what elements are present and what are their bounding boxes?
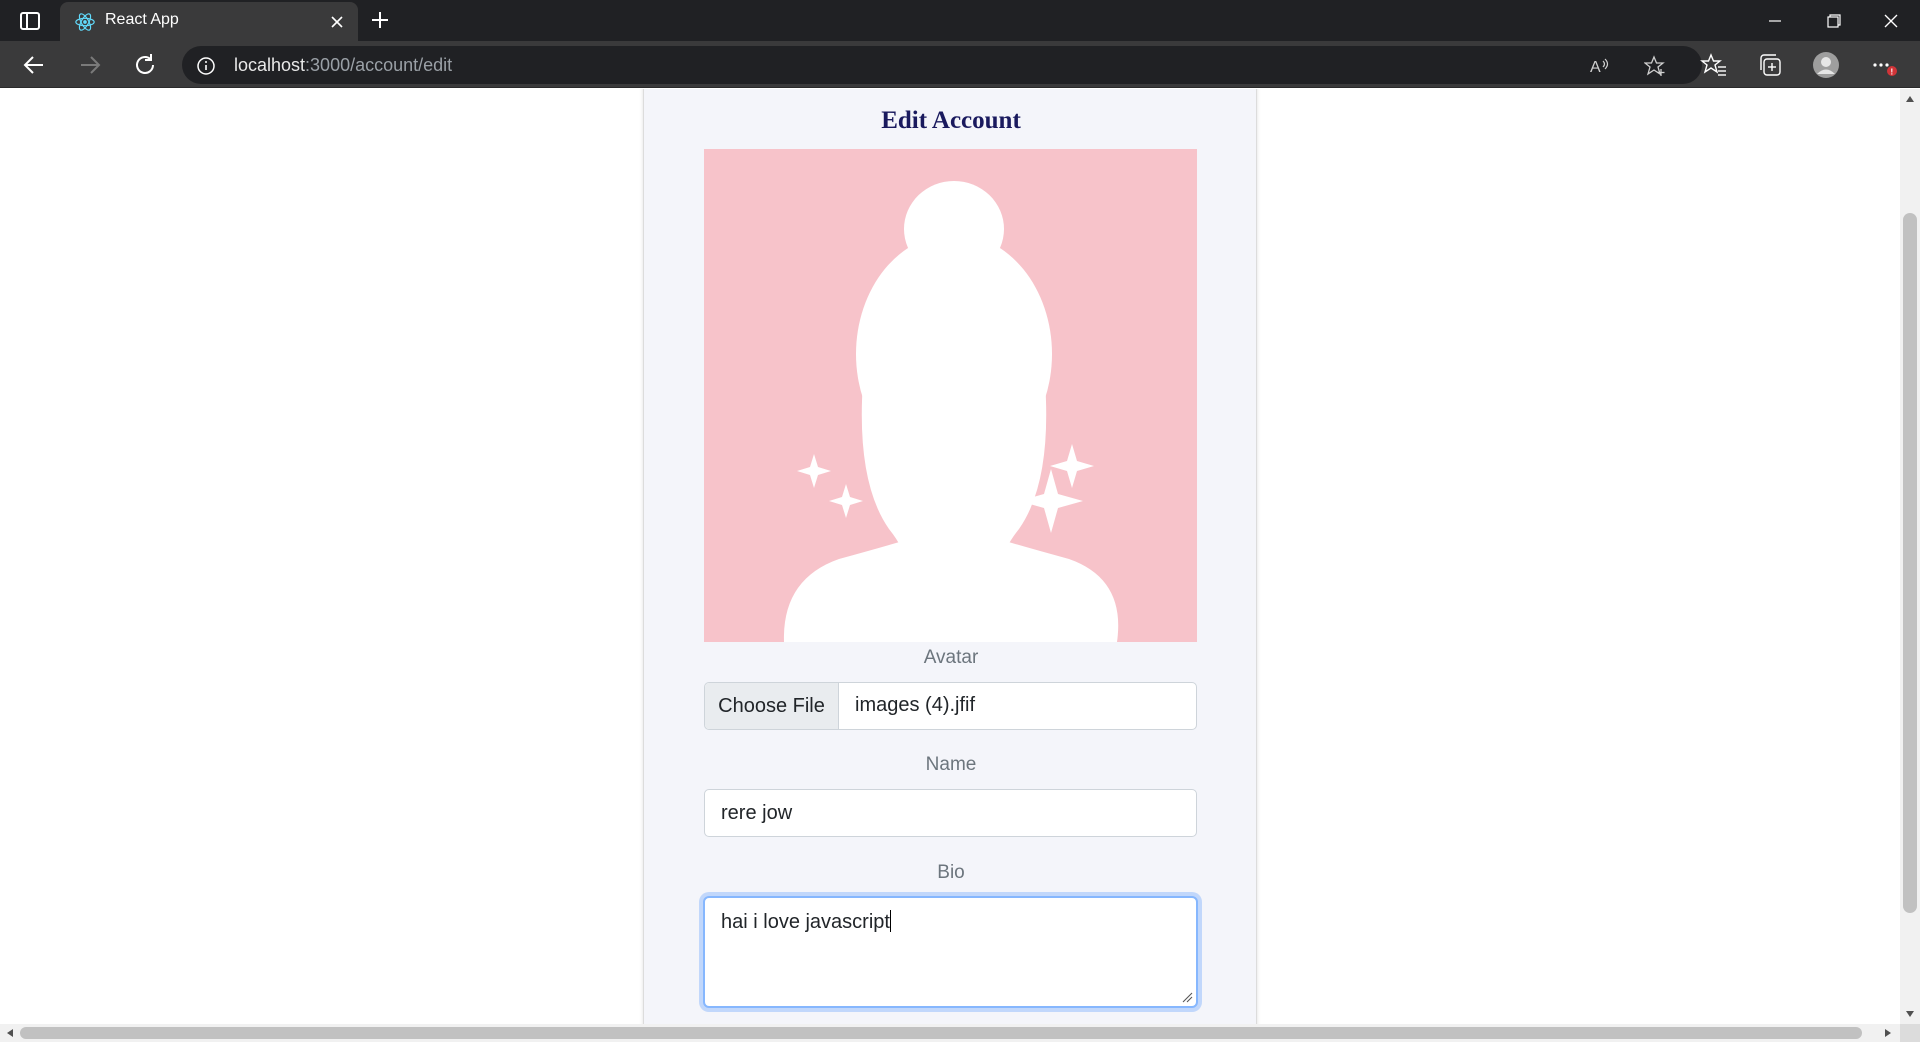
close-icon[interactable] [1868, 6, 1914, 36]
forward-icon[interactable] [76, 51, 104, 79]
avatar-silhouette-icon [704, 149, 1197, 642]
url-text[interactable]: localhost:3000/account/edit [234, 55, 452, 76]
bio-textarea[interactable]: hai i love javascript [703, 896, 1198, 1008]
vertical-scrollbar[interactable] [1900, 89, 1920, 1024]
more-icon[interactable]: ! [1870, 51, 1898, 79]
horizontal-scrollbar[interactable] [0, 1024, 1900, 1042]
profile-icon[interactable] [1812, 51, 1840, 79]
selected-file-name: images (4).jfif [855, 694, 976, 716]
scroll-right-icon[interactable] [1882, 1027, 1894, 1039]
vertical-scroll-thumb[interactable] [1903, 213, 1917, 913]
avatar-preview [704, 149, 1197, 642]
reload-icon[interactable] [131, 51, 159, 79]
close-icon[interactable] [328, 13, 346, 31]
text-caret [889, 910, 891, 932]
url-path: :3000/account/edit [305, 55, 453, 75]
url-host: localhost [234, 55, 306, 75]
browser-titlebar: React App [0, 0, 1920, 41]
browser-tab[interactable]: React App [60, 2, 358, 41]
horizontal-scroll-thumb[interactable] [20, 1027, 1862, 1039]
maximize-icon[interactable] [1810, 6, 1856, 36]
resize-grip-icon[interactable] [1181, 991, 1193, 1003]
name-input[interactable]: rere jow [704, 789, 1197, 837]
choose-file-button[interactable]: Choose File [705, 683, 839, 729]
collections-icon[interactable] [1756, 51, 1784, 79]
add-favorite-icon[interactable] [1644, 55, 1666, 77]
favorites-icon[interactable] [1700, 51, 1728, 79]
scroll-left-icon[interactable] [4, 1027, 16, 1039]
bio-label: Bio [937, 862, 965, 883]
minimize-icon[interactable] [1752, 6, 1798, 36]
avatar-file-input[interactable]: Choose File images (4).jfif [704, 682, 1197, 730]
scroll-down-icon[interactable] [1904, 1008, 1916, 1020]
edit-account-card: Edit Account Avatar Choose File images (… [643, 89, 1257, 1024]
back-icon[interactable] [20, 51, 48, 79]
plus-icon[interactable] [368, 8, 392, 32]
react-favicon [75, 13, 95, 31]
info-icon[interactable] [196, 56, 216, 76]
name-label: Name [925, 754, 977, 775]
scroll-up-icon[interactable] [1904, 93, 1916, 105]
address-bar[interactable]: localhost:3000/account/edit A [182, 46, 1702, 84]
page-title: Edit Account [881, 107, 1021, 134]
svg-text:A: A [1590, 59, 1601, 76]
page-viewport: Edit Account Avatar Choose File images (… [0, 89, 1900, 1024]
tab-actions-icon[interactable] [18, 9, 42, 33]
avatar-label: Avatar [923, 647, 979, 668]
browser-toolbar: localhost:3000/account/edit A ! [0, 41, 1920, 88]
read-aloud-icon[interactable]: A [1588, 55, 1610, 77]
svg-text:!: ! [1891, 68, 1894, 77]
tab-title: React App [105, 11, 179, 28]
bio-text: hai i love javascript [721, 911, 890, 933]
scrollbar-corner [1900, 1024, 1920, 1042]
